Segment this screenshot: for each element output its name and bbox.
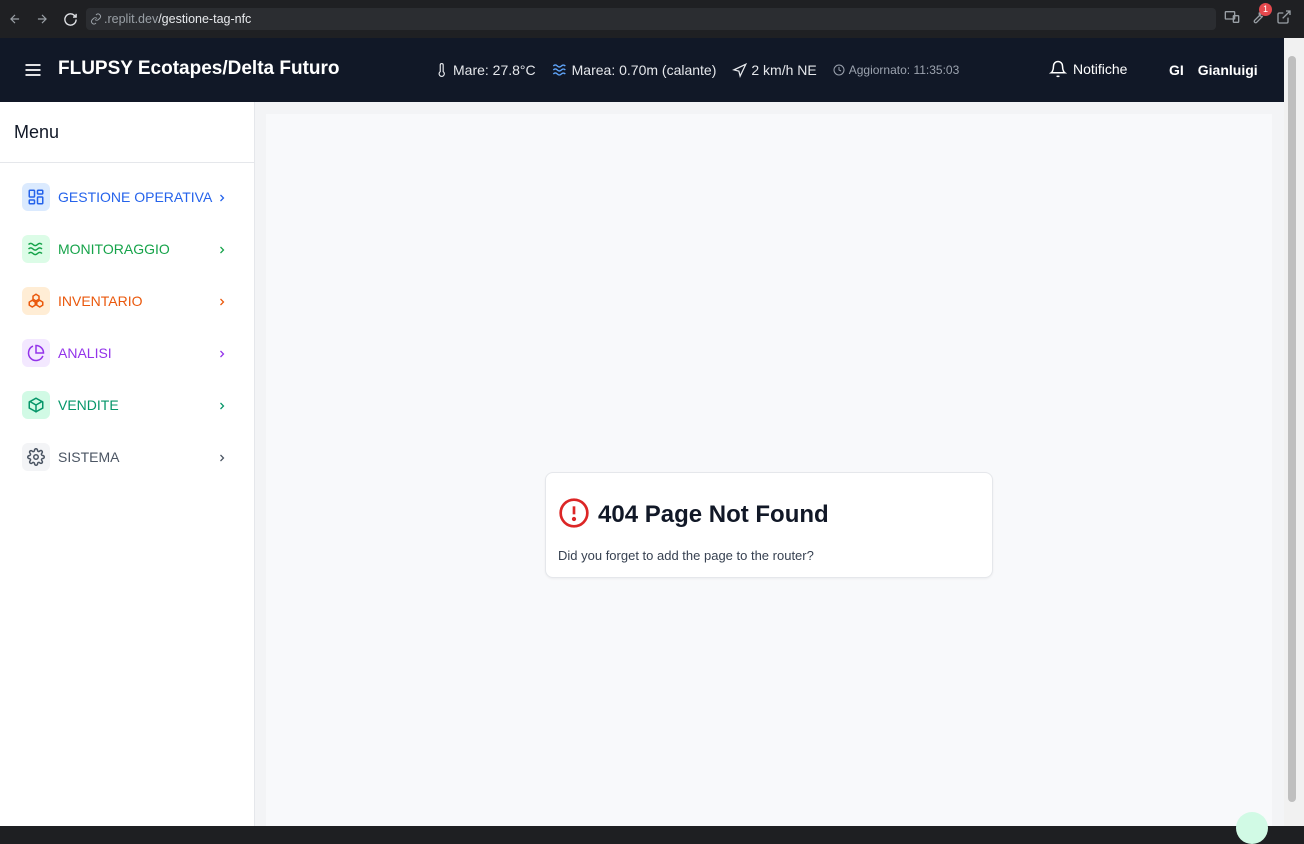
- tide-level: Marea: 0.70m (calante): [552, 62, 717, 78]
- layout-dashboard-icon: [22, 183, 50, 211]
- external-link-icon[interactable]: [1276, 9, 1292, 25]
- chevron-right-icon: [216, 451, 228, 463]
- user-name: Gianluigi: [1197, 62, 1258, 78]
- url-host: .replit.dev: [104, 12, 159, 26]
- weather-bar: Mare: 27.8°C Marea: 0.70m (calante) 2 km…: [435, 62, 959, 78]
- wrench-icon[interactable]: 1: [1250, 3, 1272, 25]
- navigation-icon: [732, 62, 748, 78]
- sidebar: Menu GESTIONE OPERATIVA MONITORAGGIO INV…: [0, 102, 255, 826]
- url-path: /gestione-tag-nfc: [158, 12, 252, 26]
- app-window: FLUPSY Ecotapes/Delta Futuro Mare: 27.8°…: [0, 38, 1284, 826]
- chevron-right-icon: [216, 347, 228, 359]
- chevron-right-icon: [216, 399, 228, 411]
- sidebar-item-label: GESTIONE OPERATIVA: [58, 189, 213, 205]
- forward-icon[interactable]: [31, 8, 53, 30]
- url-bar[interactable]: .replit.dev/gestione-tag-nfc: [86, 8, 1216, 30]
- sea-temperature-label: Mare: 27.8°C: [453, 62, 536, 78]
- settings-icon: [22, 443, 50, 471]
- link-icon: [90, 13, 102, 25]
- sea-temperature: Mare: 27.8°C: [435, 62, 536, 78]
- sidebar-item-label: ANALISI: [58, 345, 112, 361]
- sidebar-item-label: MONITORAGGIO: [58, 241, 170, 257]
- alert-circle-icon: [558, 497, 590, 529]
- chevron-right-icon: [216, 243, 228, 255]
- clock-icon: [833, 64, 845, 76]
- scrollbar[interactable]: [1284, 38, 1304, 826]
- sidebar-item-sistema[interactable]: SISTEMA: [22, 442, 232, 472]
- back-icon[interactable]: [4, 8, 26, 30]
- sidebar-item-vendite[interactable]: VENDITE: [22, 390, 232, 420]
- notifications-button[interactable]: Notifiche: [1049, 60, 1127, 78]
- app-title: FLUPSY Ecotapes/Delta Futuro: [58, 58, 340, 79]
- boxes-icon: [22, 287, 50, 315]
- devices-icon[interactable]: [1224, 9, 1240, 25]
- last-updated-label: Aggiornato: 11:35:03: [848, 63, 960, 77]
- menu-icon[interactable]: [23, 60, 43, 80]
- scrollbar-thumb[interactable]: [1288, 56, 1296, 802]
- wind-label: 2 km/h NE: [751, 62, 817, 78]
- avatar: GI: [1169, 62, 1184, 78]
- wind-speed: 2 km/h NE: [732, 62, 817, 78]
- sidebar-item-label: INVENTARIO: [58, 293, 143, 309]
- waves-icon: [552, 62, 568, 78]
- sidebar-item-monitoraggio[interactable]: MONITORAGGIO: [22, 234, 232, 264]
- app-header: FLUPSY Ecotapes/Delta Futuro Mare: 27.8°…: [0, 38, 1284, 102]
- sidebar-item-inventario[interactable]: INVENTARIO: [22, 286, 232, 316]
- assistant-button[interactable]: [1236, 812, 1268, 844]
- waves-icon: [22, 235, 50, 263]
- sidebar-item-gestione-operativa[interactable]: GESTIONE OPERATIVA: [22, 182, 232, 212]
- error-description: Did you forget to add the page to the ro…: [558, 548, 814, 563]
- reload-icon[interactable]: [59, 8, 81, 30]
- sidebar-title: Menu: [14, 122, 60, 142]
- notification-badge: 1: [1259, 3, 1272, 16]
- user-menu[interactable]: GI Gianluigi: [1169, 62, 1258, 78]
- sidebar-item-label: VENDITE: [58, 397, 119, 413]
- sidebar-divider: [0, 162, 254, 163]
- thermometer-icon: [435, 62, 449, 78]
- pie-chart-icon: [22, 339, 50, 367]
- not-found-card: 404 Page Not Found Did you forget to add…: [545, 472, 993, 578]
- sidebar-item-analisi[interactable]: ANALISI: [22, 338, 232, 368]
- chevron-right-icon: [216, 191, 228, 203]
- bell-icon: [1049, 60, 1067, 78]
- error-title: 404 Page Not Found: [598, 501, 829, 528]
- main-content: 404 Page Not Found Did you forget to add…: [266, 114, 1272, 826]
- chevron-right-icon: [216, 295, 228, 307]
- package-icon: [22, 391, 50, 419]
- sidebar-item-label: SISTEMA: [58, 449, 120, 465]
- browser-toolbar: .replit.dev/gestione-tag-nfc 1: [0, 0, 1304, 38]
- notifications-label: Notifiche: [1073, 61, 1128, 77]
- tide-label: Marea: 0.70m (calante): [571, 62, 717, 78]
- last-updated: Aggiornato: 11:35:03: [833, 63, 960, 77]
